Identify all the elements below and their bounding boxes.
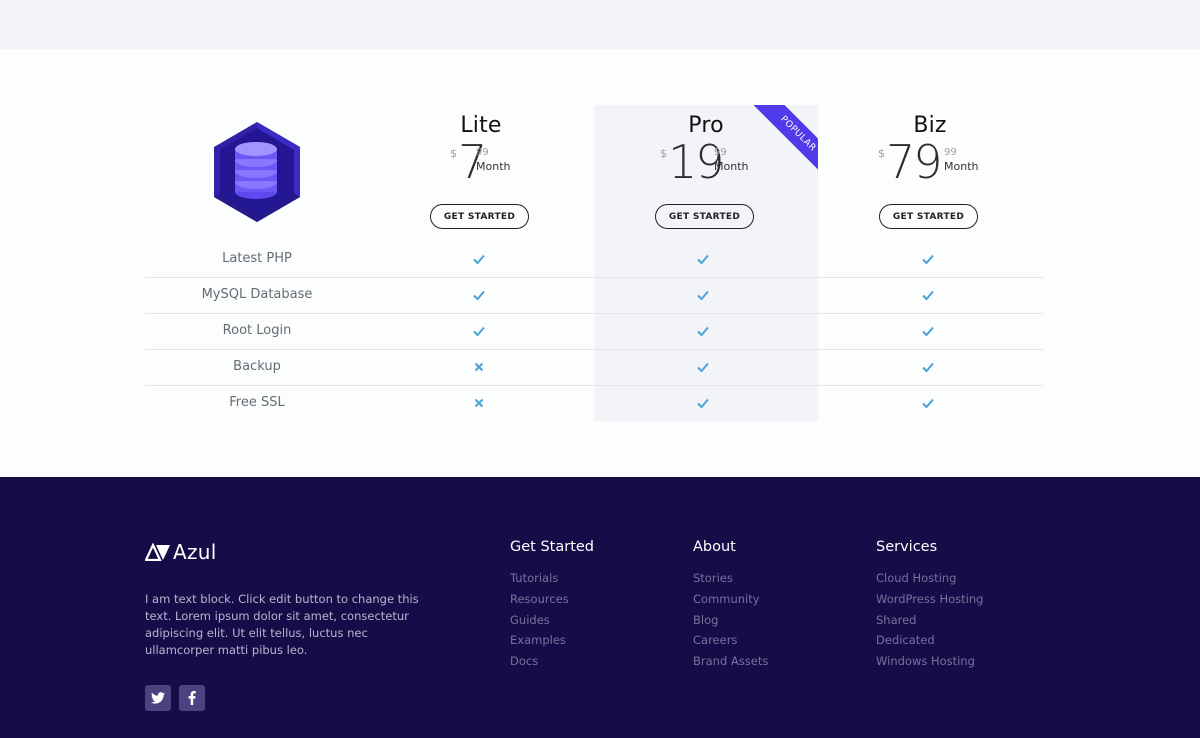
price-period: Month — [944, 160, 979, 173]
check-icon — [922, 326, 934, 337]
footer-column-title: Get Started — [510, 539, 594, 555]
get-started-button-biz[interactable]: GET STARTED — [879, 204, 978, 229]
footer-column-get-started: Get Started Tutorials Resources Guides E… — [510, 539, 594, 672]
footer-column-title: About — [693, 539, 736, 555]
check-icon — [697, 398, 709, 409]
price-amount: 79 — [886, 135, 943, 189]
footer-link[interactable]: Careers — [693, 630, 768, 651]
database-hexagon-icon — [214, 122, 300, 222]
feature-label: MySQL Database — [201, 287, 313, 302]
site-footer: Azul I am text block. Click edit button … — [0, 477, 1200, 738]
feature-row: Root Login — [145, 314, 1043, 350]
footer-link[interactable]: Guides — [510, 610, 594, 631]
footer-link[interactable]: Community — [693, 589, 768, 610]
price-period: Month — [714, 160, 749, 173]
footer-about-text: I am text block. Click edit button to ch… — [145, 591, 419, 657]
check-icon — [697, 290, 709, 301]
feature-label: Root Login — [222, 323, 292, 338]
check-icon — [473, 326, 485, 337]
feature-label: Free SSL — [229, 395, 285, 410]
footer-link[interactable]: WordPress Hosting — [876, 589, 983, 610]
price-cents: 99 — [476, 147, 489, 158]
twitter-icon — [151, 692, 165, 704]
feature-row: Backup — [145, 350, 1043, 386]
popular-ribbon: POPULAR — [748, 105, 818, 177]
feature-label: Latest PHP — [222, 251, 292, 266]
cross-icon — [474, 362, 484, 372]
facebook-button[interactable] — [179, 685, 205, 711]
check-icon — [922, 290, 934, 301]
facebook-icon — [188, 691, 196, 705]
price-cents: 99 — [714, 147, 727, 158]
get-started-button-pro[interactable]: GET STARTED — [655, 204, 754, 229]
popular-label: POPULAR — [748, 105, 818, 177]
feature-label: Backup — [233, 359, 281, 374]
check-icon — [697, 326, 709, 337]
price-cents: 99 — [944, 147, 957, 158]
feature-row: MySQL Database — [145, 278, 1043, 314]
footer-link[interactable]: Shared — [876, 610, 983, 631]
get-started-button-lite[interactable]: GET STARTED — [430, 204, 529, 229]
azul-logo-icon — [145, 543, 170, 561]
check-icon — [473, 254, 485, 265]
feature-table: Latest PHP MySQL Database Root Login Bac… — [145, 242, 1043, 421]
check-icon — [922, 254, 934, 265]
check-icon — [922, 362, 934, 373]
check-icon — [697, 254, 709, 265]
footer-link[interactable]: Tutorials — [510, 568, 594, 589]
cross-icon — [474, 398, 484, 408]
footer-link[interactable]: Windows Hosting — [876, 651, 983, 672]
top-band — [0, 0, 1200, 49]
check-icon — [473, 290, 485, 301]
plan-lite: Lite $ 7 99 Month GET STARTED — [369, 105, 593, 240]
footer-column-services: Services Cloud Hosting WordPress Hosting… — [876, 539, 983, 672]
feature-row: Latest PHP — [145, 242, 1043, 278]
footer-link[interactable]: Stories — [693, 568, 768, 589]
feature-row: Free SSL — [145, 386, 1043, 421]
price-currency: $ — [660, 147, 667, 160]
footer-column-about: About Stories Community Blog Careers Bra… — [693, 539, 768, 672]
price-currency: $ — [878, 147, 885, 160]
footer-link[interactable]: Cloud Hosting — [876, 568, 983, 589]
price-currency: $ — [450, 147, 457, 160]
footer-link[interactable]: Dedicated — [876, 630, 983, 651]
price-period: Month — [476, 160, 511, 173]
check-icon — [922, 398, 934, 409]
check-icon — [697, 362, 709, 373]
footer-brand[interactable]: Azul — [145, 540, 217, 564]
footer-link[interactable]: Docs — [510, 651, 594, 672]
footer-link[interactable]: Resources — [510, 589, 594, 610]
twitter-button[interactable] — [145, 685, 171, 711]
footer-column-title: Services — [876, 539, 938, 555]
footer-link[interactable]: Examples — [510, 630, 594, 651]
brand-name: Azul — [173, 540, 217, 564]
footer-link[interactable]: Blog — [693, 610, 768, 631]
footer-link[interactable]: Brand Assets — [693, 651, 768, 672]
plan-biz: Biz $ 79 99 Month GET STARTED — [818, 105, 1042, 240]
